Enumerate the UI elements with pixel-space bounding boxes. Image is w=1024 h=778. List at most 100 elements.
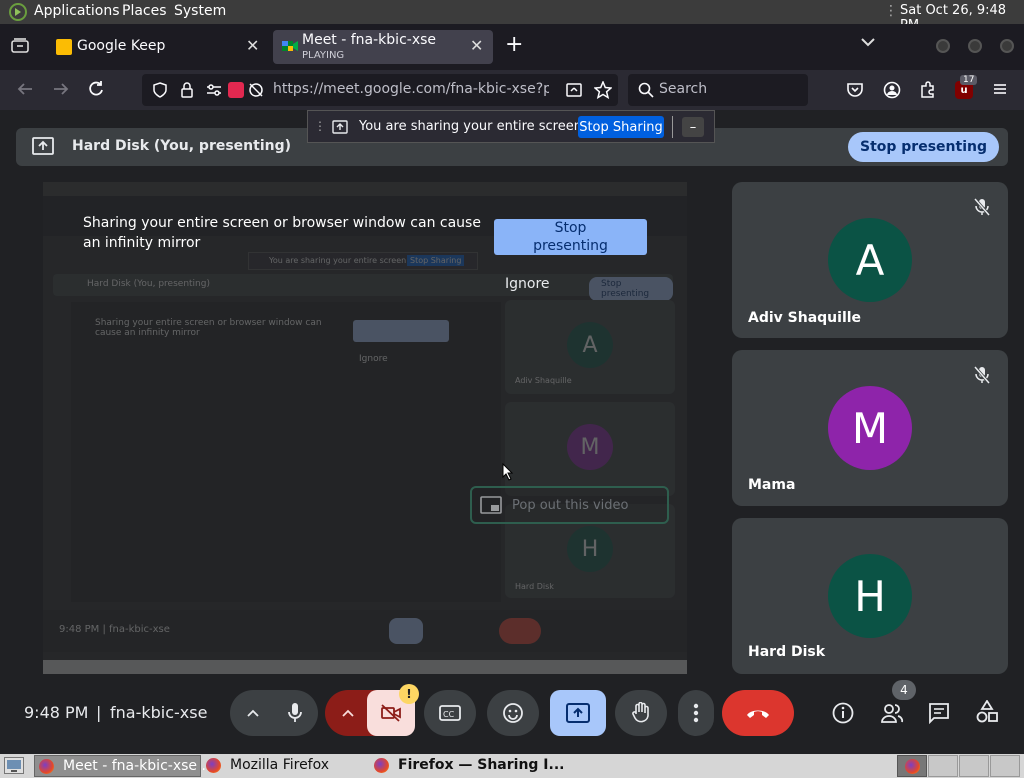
stop-presenting-button[interactable]: Stop presenting (848, 132, 999, 162)
mic-control-group (230, 690, 318, 736)
close-tab-icon[interactable]: ✕ (246, 36, 259, 55)
mirror-tile-a: A Adiv Shaquille (505, 300, 675, 394)
mirror-presenting-bar: Hard Disk (You, presenting) Stop present… (53, 274, 673, 301)
url-bar[interactable]: https://meet.google.com/fna-kbic-xse?pli… (142, 74, 618, 106)
screen-sharing-indicator-icon[interactable] (228, 82, 244, 98)
participant-tile-mama[interactable]: M Mama (732, 350, 1008, 506)
captions-button[interactable]: CC (424, 690, 476, 736)
close-tab-icon[interactable]: ✕ (470, 36, 483, 55)
more-options-button[interactable] (678, 690, 714, 736)
participant-name: Adiv Shaquille (748, 310, 862, 326)
video-options-chevron-icon[interactable] (341, 705, 355, 724)
tab-meet[interactable]: Meet - fna-kbic-xse PLAYING ✕ (273, 30, 493, 64)
account-icon[interactable] (883, 81, 901, 103)
camera-control-group: ! (325, 684, 419, 736)
firefox-icon (39, 759, 54, 774)
task-meet[interactable]: Meet - fna-kbic-xse ... (34, 755, 215, 777)
tracking-shield-icon[interactable] (152, 82, 168, 102)
tab-google-keep[interactable]: Google Keep ✕ (44, 30, 268, 64)
pop-out-video-button[interactable]: Pop out this video (470, 486, 669, 524)
present-now-button[interactable] (550, 690, 606, 736)
mirror-sharing-bar: You are sharing your entire screen. Stop… (248, 252, 478, 270)
window-maximize-button[interactable] (968, 39, 982, 53)
present-screen-icon (32, 137, 54, 159)
mic-muted-icon (973, 198, 991, 220)
menu-places[interactable]: Places (122, 3, 167, 19)
drag-handle-icon[interactable]: ⋮ (314, 119, 326, 133)
chat-icon[interactable] (928, 702, 950, 728)
window-close-button[interactable] (1000, 39, 1014, 53)
firefox-icon (206, 758, 221, 773)
search-placeholder: Search (659, 81, 708, 97)
share-screen-icon (332, 119, 348, 138)
task-firefox-sharing[interactable]: Firefox — Sharing I... (370, 755, 564, 777)
participant-tile-adiv[interactable]: A Adiv Shaquille (732, 182, 1008, 338)
search-box[interactable]: Search (628, 74, 808, 106)
lock-icon[interactable] (180, 82, 194, 102)
task-label: Meet - fna-kbic-xse ... (63, 758, 215, 774)
extensions-puzzle-icon[interactable] (919, 81, 937, 103)
pop-out-label: Pop out this video (512, 498, 629, 513)
mirror-taskbar (43, 660, 687, 674)
leave-call-button[interactable] (722, 690, 794, 736)
audio-options-chevron-icon[interactable] (246, 705, 260, 724)
bookmark-star-icon[interactable] (593, 80, 613, 103)
firefox-icon (374, 758, 389, 773)
list-tabs-chevron-icon[interactable] (860, 34, 876, 54)
permissions-icon[interactable] (206, 82, 222, 102)
ublock-count-badge: 17 (960, 75, 978, 85)
workspace-3[interactable] (959, 755, 989, 777)
browser-nav-bar: https://meet.google.com/fna-kbic-xse?pli… (0, 70, 1024, 110)
menu-applications[interactable]: Applications (34, 3, 120, 19)
system-top-panel: Applications Places System ⋮ Sat Oct 26,… (0, 0, 1024, 33)
meeting-details-icon[interactable] (832, 702, 854, 728)
mirror-controls: 9:48 PM | fna-kbic-xse (43, 610, 687, 652)
url-text[interactable]: https://meet.google.com/fna-kbic-xse?pli… (273, 81, 549, 97)
warning-stop-presenting-button[interactable]: Stop presenting (494, 219, 647, 255)
task-label: Mozilla Firefox (230, 757, 330, 773)
firefox-sharing-bar: ⋮ You are sharing your entire screen. St… (307, 110, 715, 143)
sharing-bar-divider (672, 116, 673, 138)
pocket-icon[interactable] (846, 81, 864, 103)
participant-tile-hard-disk[interactable]: H Hard Disk (732, 518, 1008, 674)
menu-system[interactable]: System (174, 3, 226, 19)
pop-out-icon (480, 496, 502, 518)
gnome-foot-icon[interactable] (9, 3, 27, 21)
reload-icon[interactable] (87, 80, 105, 102)
minimize-sharing-bar-icon[interactable]: – (682, 117, 704, 137)
forward-icon[interactable] (52, 80, 70, 102)
stop-sharing-button[interactable]: Stop Sharing (578, 116, 664, 138)
infinity-mirror-warning: Sharing your entire screen or browser wi… (83, 215, 481, 251)
workspace-2[interactable] (928, 755, 958, 777)
show-desktop-icon[interactable] (4, 757, 24, 774)
keep-favicon-icon (56, 39, 72, 55)
avatar-initial: M (851, 403, 889, 453)
avatar: H (828, 554, 912, 638)
back-icon[interactable] (16, 80, 34, 102)
screenshot-icon[interactable] (566, 82, 582, 102)
autoplay-blocked-icon[interactable] (248, 82, 264, 102)
avatar: A (828, 218, 912, 302)
workspace-switcher[interactable] (897, 755, 927, 777)
screen-share-preview: You are sharing your entire screen. Stop… (43, 182, 687, 674)
presenting-title: Hard Disk (You, presenting) (72, 138, 292, 154)
app-menu-icon[interactable] (992, 81, 1008, 101)
tab-title: Google Keep (77, 38, 166, 54)
activities-icon[interactable] (976, 699, 998, 728)
tab-title: Meet - fna-kbic-xse (302, 32, 437, 48)
new-tab-icon[interactable]: + (505, 32, 523, 57)
participant-name: Hard Disk (748, 644, 826, 660)
avatar-initial: A (855, 235, 885, 285)
task-mozilla-firefox[interactable]: Mozilla Firefox (202, 755, 368, 777)
emoji-reactions-button[interactable] (487, 690, 539, 736)
meeting-time: 9:48 PM (24, 703, 89, 722)
microphone-button[interactable] (272, 690, 318, 736)
meet-favicon-icon (281, 37, 299, 55)
warning-ignore-button[interactable]: Ignore (505, 276, 550, 292)
people-icon[interactable] (880, 702, 904, 728)
workspace-4[interactable] (990, 755, 1020, 777)
tab-overview-icon[interactable] (10, 36, 30, 56)
raise-hand-button[interactable] (615, 690, 667, 736)
window-minimize-button[interactable] (936, 39, 950, 53)
camera-alert-badge: ! (399, 684, 419, 704)
